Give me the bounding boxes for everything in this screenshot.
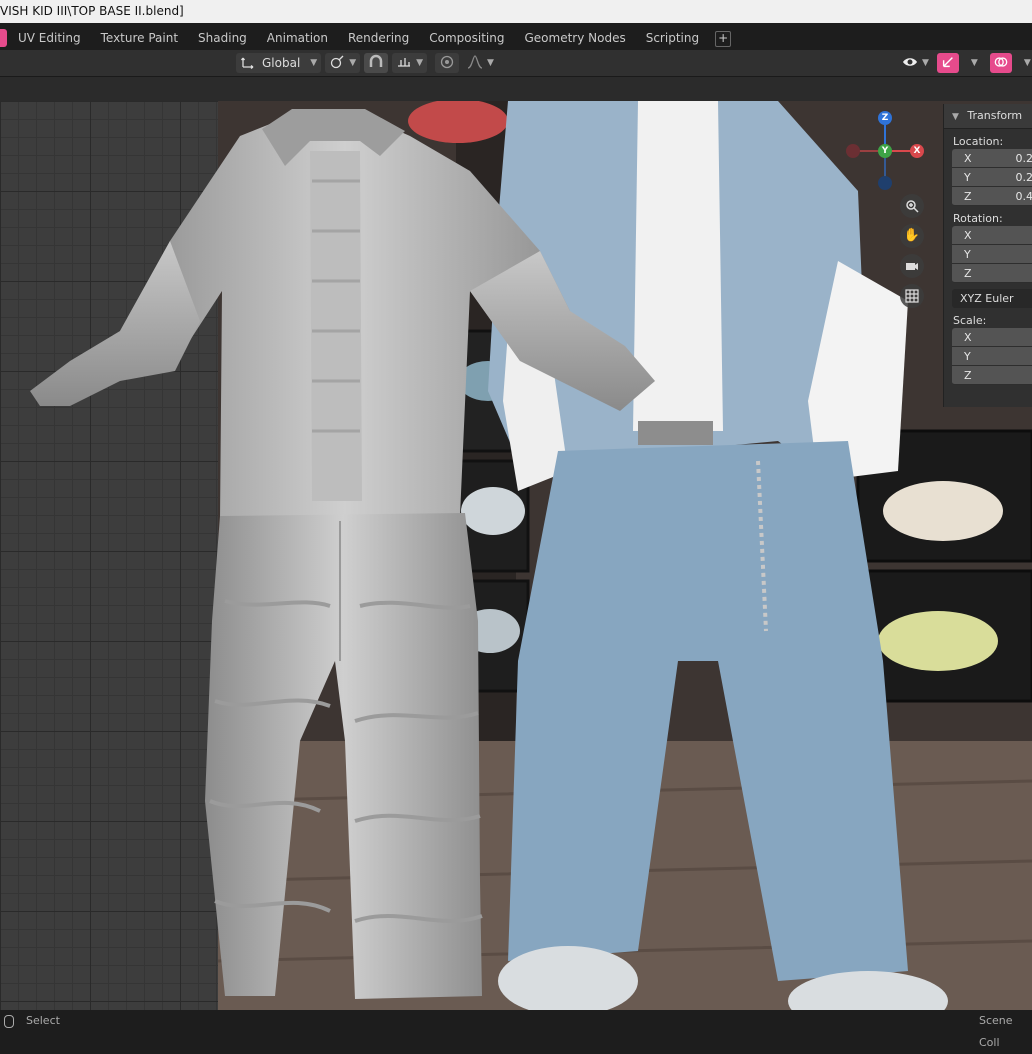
chevron-down-icon: ▼ (952, 112, 959, 122)
chevron-down-icon: ▼ (416, 58, 424, 68)
gizmo-x-axis[interactable]: X (910, 144, 924, 158)
tab-shading[interactable]: Shading (188, 27, 257, 49)
falloff-curve-icon (467, 54, 483, 73)
transform-panel: ▼ Transform Location: X 0.2 Y 0.2 Z 0.4 Rot… (943, 104, 1032, 407)
add-workspace-button[interactable]: + (715, 31, 732, 47)
3d-viewport[interactable]: Z X Y ✋ (0, 77, 1032, 1010)
window-title: VISH KID III\TOP BASE II.blend] (0, 4, 184, 18)
tab-rendering[interactable]: Rendering (338, 27, 419, 49)
workspace-tabs: UV Editing Texture Paint Shading Animati… (8, 27, 732, 49)
scale-z-field[interactable]: Z (952, 366, 1032, 385)
overlays-toggle[interactable] (989, 53, 1012, 73)
rotation-x-field[interactable]: X (952, 226, 1032, 245)
gizmo-toggle[interactable] (936, 53, 959, 73)
transform-panel-header[interactable]: ▼ Transform (944, 104, 1032, 129)
chevron-down-icon: ▼ (922, 58, 929, 68)
location-label: Location: (953, 135, 1004, 148)
mouse-left-icon (4, 1015, 14, 1028)
gizmo-y-axis[interactable]: Y (878, 144, 892, 158)
pivot-point-dropdown[interactable]: ▼ (325, 53, 361, 73)
tab-uv-editing[interactable]: UV Editing (8, 27, 91, 49)
gizmo-z-axis[interactable]: Z (878, 111, 892, 125)
status-bar: Select Scene Coll (0, 1010, 1032, 1049)
proportional-editing-icon (439, 54, 455, 73)
status-select-label: Select (26, 1014, 60, 1027)
clothing-mesh[interactable] (0, 101, 700, 1010)
location-x-field[interactable]: X 0.2 (952, 149, 1032, 168)
scale-label: Scale: (953, 314, 987, 327)
snap-toggle[interactable] (364, 53, 389, 73)
rotation-label: Rotation: (953, 212, 1003, 225)
navigation-gizmo[interactable]: Z X Y (845, 110, 925, 190)
gizmo-dropdown[interactable]: ▼ (963, 53, 982, 73)
orientation-label: Global (262, 56, 301, 70)
chevron-down-icon: ▼ (349, 58, 357, 68)
transform-panel-title: Transform (967, 109, 1023, 122)
scale-x-field[interactable]: X (952, 328, 1032, 347)
workspace-tabbar: UV Editing Texture Paint Shading Animati… (0, 23, 1032, 51)
zoom-icon[interactable] (900, 194, 924, 218)
scale-y-field[interactable]: Y (952, 347, 1032, 366)
chevron-down-icon: ▼ (487, 58, 494, 68)
tab-geometry-nodes[interactable]: Geometry Nodes (514, 27, 635, 49)
tab-scripting[interactable]: Scripting (636, 27, 709, 49)
rotation-mode-dropdown[interactable]: XYZ Euler (952, 289, 1032, 308)
chevron-down-icon: ▼ (310, 58, 318, 68)
proportional-editing-toggle[interactable] (435, 53, 460, 73)
transform-orientation-dropdown[interactable]: Global ▼ (236, 53, 322, 73)
viewport-header: Global ▼ ▼ ▼ ▼ ▼ ▼ ▼ (0, 50, 1032, 77)
tab-compositing[interactable]: Compositing (419, 27, 514, 49)
tab-texture-paint[interactable]: Texture Paint (91, 27, 188, 49)
overlay-group: ▼ ▼ ▼ (898, 52, 1032, 74)
magnet-icon (368, 54, 384, 73)
eye-icon (902, 54, 918, 73)
active-workspace-indicator[interactable] (0, 29, 7, 47)
overlays-dropdown[interactable]: ▼ (1016, 53, 1032, 73)
snap-target-dropdown[interactable]: ▼ (392, 53, 428, 73)
chevron-down-icon: ▼ (1023, 58, 1031, 68)
chevron-down-icon: ▼ (970, 58, 978, 68)
orientation-axes-icon (240, 54, 256, 73)
tab-animation[interactable]: Animation (257, 27, 338, 49)
transform-orientation-group: Global ▼ ▼ ▼ ▼ (236, 52, 502, 74)
hand-pan-icon[interactable]: ✋ (900, 224, 924, 248)
gizmo-neg-x-axis[interactable] (846, 144, 860, 158)
visibility-dropdown[interactable]: ▼ (898, 53, 933, 73)
proportional-falloff-dropdown[interactable]: ▼ (463, 53, 498, 73)
grid-ortho-icon[interactable] (900, 284, 924, 308)
location-z-field[interactable]: Z 0.4 (952, 187, 1032, 206)
rotation-z-field[interactable]: Z (952, 264, 1032, 283)
gizmo-neg-z-axis[interactable] (878, 176, 892, 190)
viewport-tool-strip (0, 77, 1032, 101)
camera-icon[interactable] (900, 254, 924, 278)
pivot-icon (329, 54, 345, 73)
overlays-icon (994, 55, 1008, 72)
window-titlebar: VISH KID III\TOP BASE II.blend] (0, 0, 1032, 23)
gizmo-icon (941, 55, 955, 72)
location-y-field[interactable]: Y 0.2 (952, 168, 1032, 187)
rotation-y-field[interactable]: Y (952, 245, 1032, 264)
status-scene-collection: Scene Coll (979, 1014, 1013, 1049)
snap-increment-icon (396, 54, 412, 73)
